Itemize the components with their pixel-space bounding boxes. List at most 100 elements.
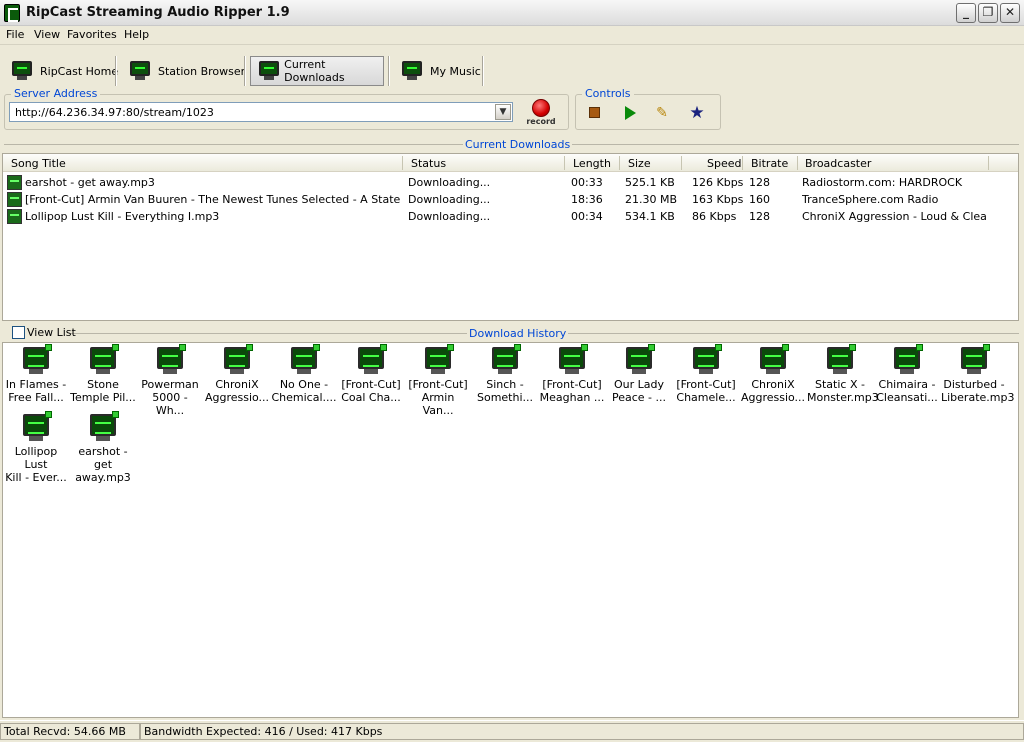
monitor-download-icon [257,60,279,82]
play-button[interactable] [621,104,639,122]
history-item[interactable]: earshot - get away.mp3 [70,411,136,484]
toolbar-separator [482,56,484,86]
server-address-value: http://64.236.34.97:80/stream/1023 [15,106,214,119]
menu-file[interactable]: File [6,28,24,41]
history-item[interactable]: Stone Temple Pil... [70,344,136,404]
menu-view[interactable]: View [34,28,60,41]
record-button[interactable]: record [526,99,556,127]
history-item-label: [Front-Cut] Chamele... [676,378,736,404]
col-length[interactable]: Length [573,157,611,170]
chevron-down-icon[interactable]: ▼ [495,104,511,120]
history-item[interactable]: [Front-Cut] Coal Cha... [338,344,404,404]
col-speed[interactable]: Speed [707,157,741,170]
pencil-icon: ✎ [656,105,668,121]
view-list-checkbox[interactable] [12,326,25,339]
audio-file-icon [7,192,22,207]
record-label: record [526,117,556,126]
history-item[interactable]: Sinch - Somethi... [472,344,538,404]
restore-button[interactable]: ❐ [978,3,998,23]
downloads-column-header: Song Title Status Length Size Speed Bitr… [3,154,1018,172]
close-button[interactable]: ✕ [1000,3,1020,23]
total-received: Total Recvd: 54.66 MB [0,723,140,740]
current-downloads-title: Current Downloads [463,138,573,151]
download-history-panel[interactable]: In Flames - Free Fall... Stone Temple Pil..… [2,342,1019,718]
ripcast-home-button[interactable]: RipCast Home [4,56,124,86]
bitrate: 160 [749,193,770,206]
broadcaster: TranceSphere.com Radio [802,193,939,206]
menu-help[interactable]: Help [124,28,149,41]
ripcast-home-label: RipCast Home [40,64,119,78]
toolbar-separator [115,56,117,86]
col-broadcaster[interactable]: Broadcaster [805,157,871,170]
speed: 126 Kbps [692,176,744,189]
audio-monitor-icon [357,344,387,375]
history-item-label: earshot - get away.mp3 [75,445,131,484]
current-downloads-label: Current Downloads [284,58,345,84]
history-item[interactable]: Disturbed - Liberate.mp3 [941,344,1014,404]
history-item[interactable]: [Front-Cut] Meaghan ... [539,344,605,404]
history-item[interactable]: Static X - Monster.mp3 [807,344,879,404]
minimize-button[interactable]: _ [956,3,976,23]
history-item[interactable]: Chimaira - Cleansati... [874,344,940,404]
history-item[interactable]: ChroniX Aggressio... [204,344,270,404]
history-item[interactable]: No One - Chemical.... [271,344,337,404]
history-item-label: [Front-Cut] Armin Van... [408,378,468,417]
audio-file-icon [7,175,22,190]
col-status[interactable]: Status [411,157,446,170]
download-row[interactable]: Lollipop Lust Kill - Everything I.mp3 Do… [3,208,1018,225]
my-music-button[interactable]: My Music [394,56,487,86]
audio-monitor-icon [424,344,454,375]
history-item-label: Sinch - Somethi... [476,378,534,404]
audio-monitor-icon [89,344,119,375]
play-icon [625,106,636,120]
history-item[interactable]: ChroniX Aggressio... [740,344,806,404]
history-item-label: Our Lady Peace - ... [611,378,667,404]
col-bitrate[interactable]: Bitrate [751,157,788,170]
monitor-icon [10,60,34,82]
size: 21.30 MB [625,193,678,206]
audio-monitor-icon [625,344,655,375]
history-item[interactable]: Lollipop Lust Kill - Ever... [3,411,69,484]
status: Downloading... [408,176,491,189]
history-item[interactable]: In Flames - Free Fall... [3,344,69,404]
col-size[interactable]: Size [628,157,651,170]
menu-favorites[interactable]: Favorites [67,28,117,41]
server-address-combo[interactable]: http://64.236.34.97:80/stream/1023 ▼ [9,102,513,122]
station-browser-button[interactable]: Station Browser [122,56,251,86]
audio-monitor-icon [893,344,923,375]
history-item-label: Stone Temple Pil... [70,378,136,404]
title-bar: RipCast Streaming Audio Ripper 1.9 _ ❐ ✕ [0,0,1024,26]
history-item-label: Lollipop Lust Kill - Ever... [5,445,67,484]
length: 00:33 [571,176,603,189]
toolbar-separator [388,56,390,86]
download-history-title: Download History [467,327,569,340]
toolbar: RipCast Home Station Browser Current Dow… [0,46,1024,90]
audio-monitor-icon [290,344,320,375]
song-title: [Front-Cut] Armin Van Buuren - The Newes… [25,193,401,206]
history-item-label: [Front-Cut] Meaghan ... [539,378,605,404]
col-song-title[interactable]: Song Title [11,157,66,170]
audio-monitor-icon [491,344,521,375]
favorite-button[interactable]: ★ [688,104,706,122]
view-list-label: View List [27,326,76,339]
history-item[interactable]: Our Lady Peace - ... [606,344,672,404]
audio-monitor-icon [89,411,119,442]
history-item[interactable]: [Front-Cut] Chamele... [673,344,739,404]
history-item[interactable]: [Front-Cut] Armin Van... [405,344,471,417]
history-item-label: Powerman 5000 - Wh... [141,378,199,417]
song-title: Lollipop Lust Kill - Everything I.mp3 [25,210,220,223]
monitor-music-icon [400,60,424,82]
monitor-globe-icon [128,60,152,82]
edit-button[interactable]: ✎ [653,104,671,122]
download-row[interactable]: [Front-Cut] Armin Van Buuren - The Newes… [3,191,1018,208]
stop-button[interactable] [586,104,604,122]
history-item-label: Chimaira - Cleansati... [876,378,938,404]
size: 525.1 KB [625,176,675,189]
downloads-list[interactable]: Song Title Status Length Size Speed Bitr… [2,153,1019,321]
history-item[interactable]: Powerman 5000 - Wh... [137,344,203,417]
current-downloads-button[interactable]: Current Downloads [250,56,384,86]
status: Downloading... [408,210,491,223]
history-item-label: [Front-Cut] Coal Cha... [341,378,401,404]
download-row[interactable]: earshot - get away.mp3 Downloading... 00… [3,174,1018,191]
audio-monitor-icon [223,344,253,375]
